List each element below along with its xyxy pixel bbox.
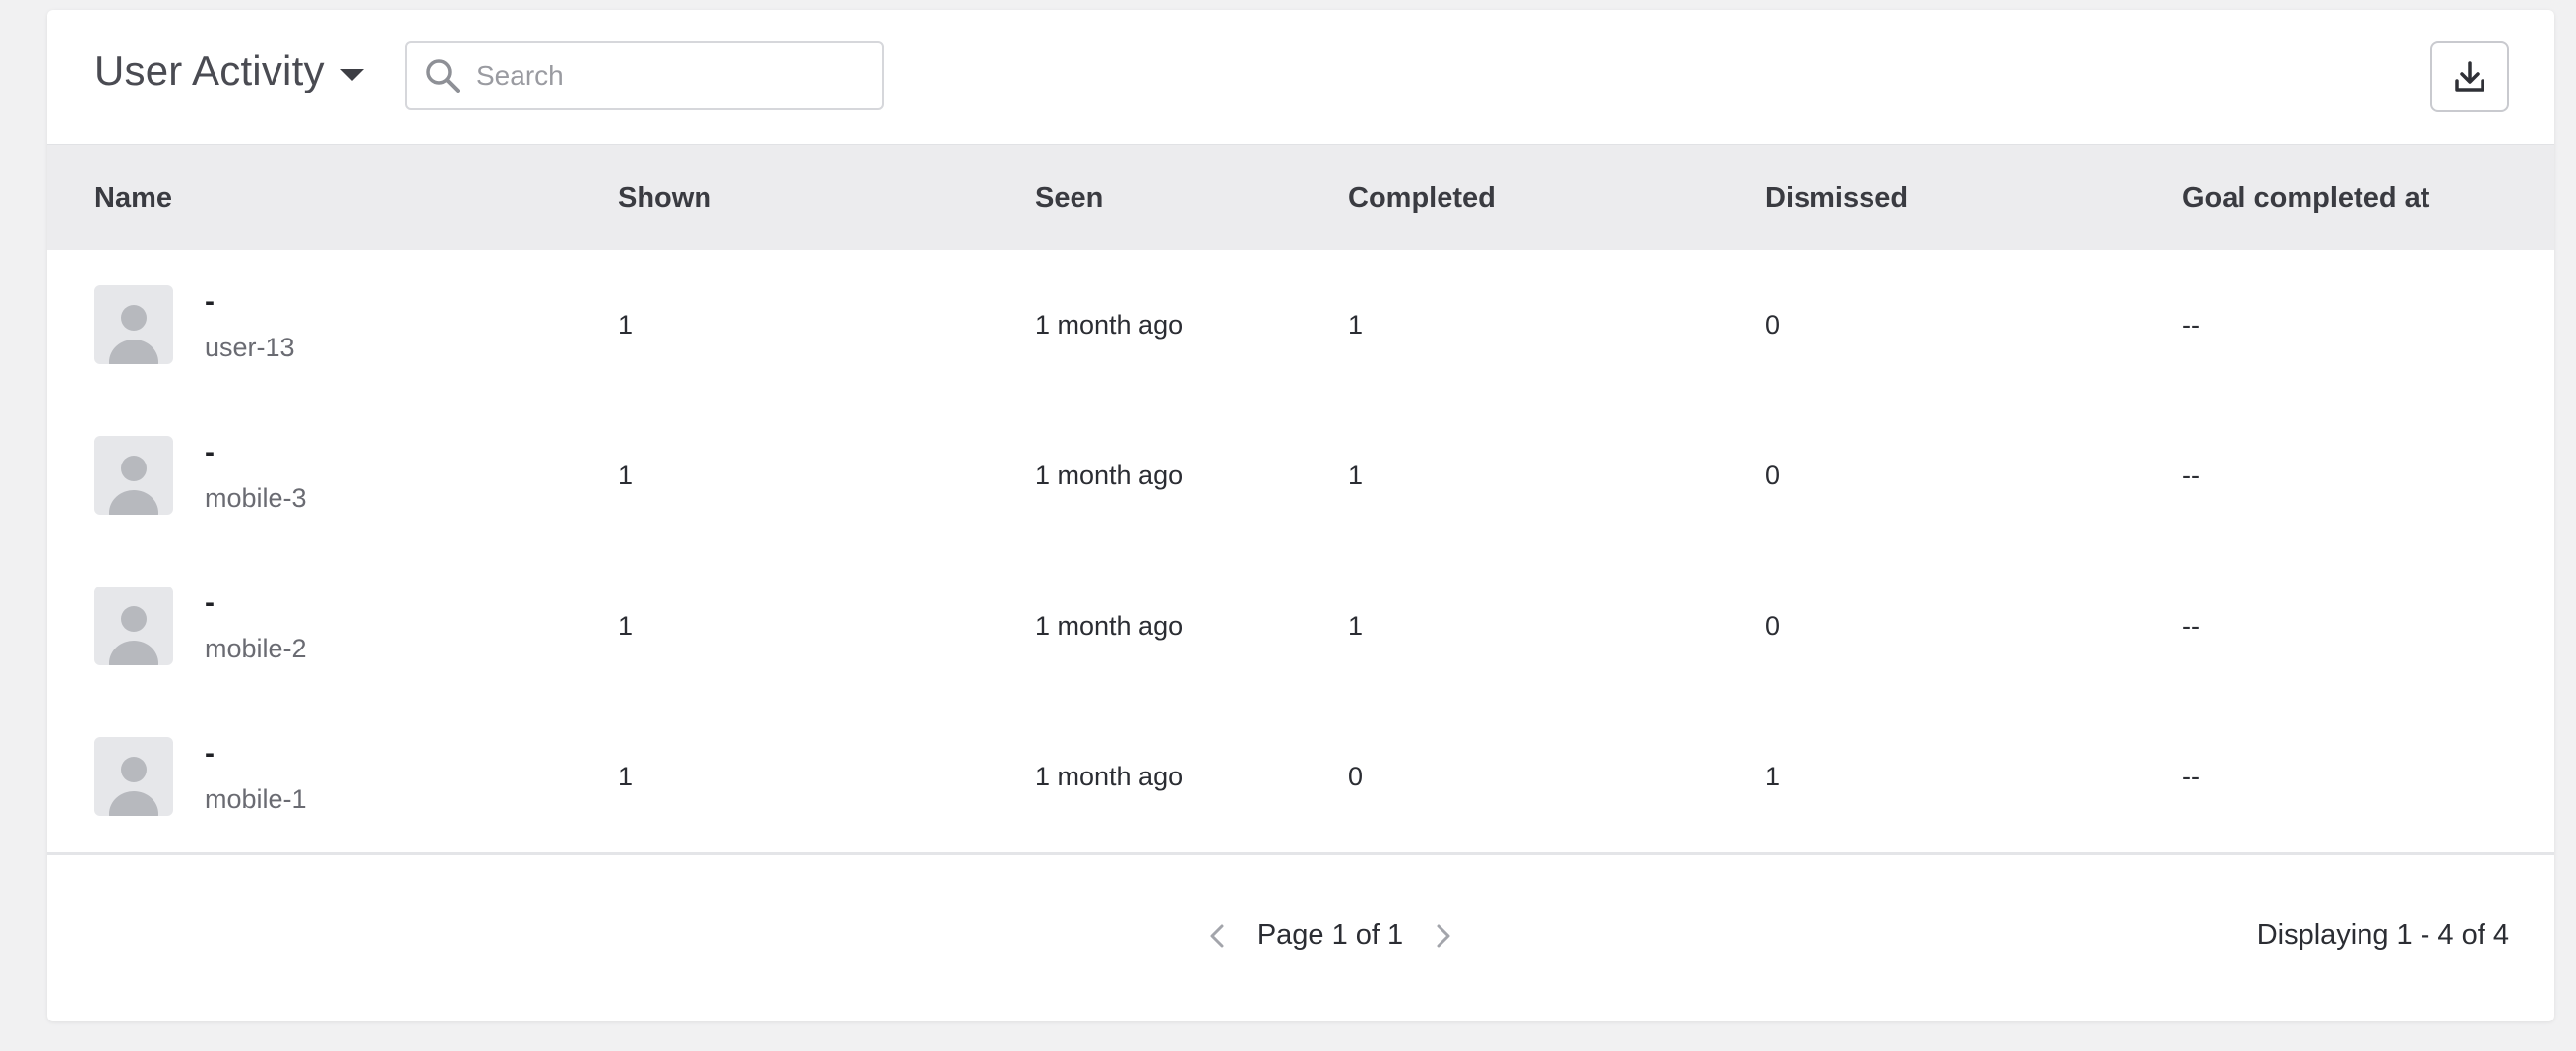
column-header-seen[interactable]: Seen: [1035, 145, 1103, 251]
cell-dismissed: 0: [1765, 611, 1781, 641]
cell-goal-completed-at: --: [2182, 762, 2200, 791]
pagination: Page 1 of 1: [106, 919, 2554, 952]
cell-goal-completed-at: --: [2182, 461, 2200, 490]
cell-seen: 1 month ago: [1035, 461, 1184, 490]
user-id: user-13: [205, 333, 295, 362]
cell-completed: 1: [1348, 310, 1364, 340]
chevron-left-icon[interactable]: [1204, 922, 1232, 950]
download-button[interactable]: [2430, 41, 2509, 112]
cell-shown: 1: [618, 611, 634, 641]
table-row[interactable]: - user-13 1 1 month ago 1 0 --: [47, 250, 2554, 402]
cell-seen: 1 month ago: [1035, 762, 1184, 791]
search-box[interactable]: [405, 41, 884, 110]
user-avatar-icon: [94, 285, 173, 364]
cell-goal-completed-at: --: [2182, 611, 2200, 641]
cell-completed: 0: [1348, 762, 1364, 791]
user-name: -: [205, 285, 215, 318]
table-row[interactable]: - mobile-1 1 1 month ago 0 1 --: [47, 702, 2554, 855]
caret-down-icon: [339, 69, 364, 81]
search-icon: [426, 59, 460, 93]
table-row[interactable]: - mobile-3 1 1 month ago 1 0 --: [47, 401, 2554, 553]
results-count: Displaying 1 - 4 of 4: [2256, 919, 2509, 951]
cell-completed: 1: [1348, 461, 1364, 490]
user-activity-panel: User Activity Name Shown Seen Completed …: [47, 10, 2554, 1021]
column-header-goal-completed-at[interactable]: Goal completed at: [2182, 145, 2429, 251]
download-icon: [2455, 61, 2484, 92]
column-header-shown[interactable]: Shown: [618, 145, 711, 251]
user-id: mobile-2: [205, 634, 307, 663]
user-name: -: [205, 436, 215, 468]
panel-header: User Activity: [47, 10, 2554, 144]
cell-goal-completed-at: --: [2182, 310, 2200, 340]
search-input[interactable]: [474, 59, 872, 93]
view-selector-dropdown[interactable]: User Activity: [94, 47, 364, 94]
chevron-right-icon[interactable]: [1429, 922, 1456, 950]
cell-shown: 1: [618, 310, 634, 340]
panel-title: User Activity: [94, 47, 325, 93]
table-header: Name Shown Seen Completed Dismissed Goal…: [47, 144, 2554, 251]
page-indicator: Page 1 of 1: [1257, 919, 1404, 951]
cell-completed: 1: [1348, 611, 1364, 641]
cell-dismissed: 0: [1765, 461, 1781, 490]
user-id: mobile-1: [205, 784, 307, 814]
table-row[interactable]: - mobile-2 1 1 month ago 1 0 --: [47, 551, 2554, 704]
user-name: -: [205, 737, 215, 770]
pagination-footer: Page 1 of 1 Displaying 1 - 4 of 4: [47, 856, 2554, 1021]
column-header-name[interactable]: Name: [94, 145, 172, 251]
cell-seen: 1 month ago: [1035, 310, 1184, 340]
column-header-dismissed[interactable]: Dismissed: [1765, 145, 1908, 251]
user-avatar-icon: [94, 737, 173, 816]
user-name: -: [205, 587, 215, 619]
cell-seen: 1 month ago: [1035, 611, 1184, 641]
user-id: mobile-3: [205, 483, 307, 513]
cell-shown: 1: [618, 461, 634, 490]
cell-dismissed: 1: [1765, 762, 1781, 791]
cell-shown: 1: [618, 762, 634, 791]
column-header-completed[interactable]: Completed: [1348, 145, 1496, 251]
user-avatar-icon: [94, 587, 173, 665]
user-avatar-icon: [94, 436, 173, 515]
cell-dismissed: 0: [1765, 310, 1781, 340]
